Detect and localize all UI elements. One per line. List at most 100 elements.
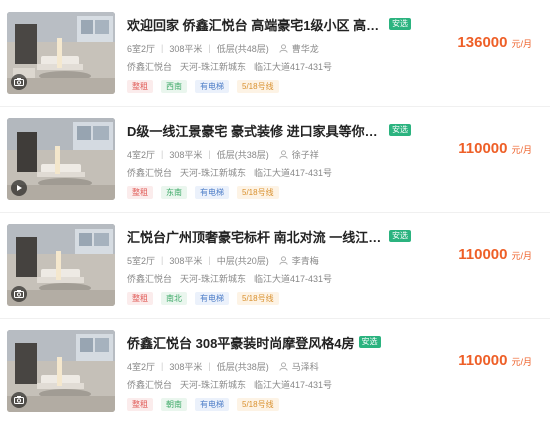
tag-subway: 5/18号线 — [237, 291, 279, 305]
agent-name: 曹华龙 — [291, 43, 319, 54]
tag-elevator: 有电梯 — [195, 185, 229, 199]
user-icon — [279, 43, 288, 53]
listing-tags: 整租 西南 有电梯 5/18号线 — [127, 79, 287, 93]
listing-photo[interactable] — [7, 118, 115, 200]
tag-subway: 5/18号线 — [237, 79, 279, 93]
tag-rent-type: 整租 — [127, 397, 153, 411]
price-unit: 元/月 — [511, 39, 532, 49]
price-value: 110000 — [458, 352, 508, 369]
agent[interactable]: 马泽科 — [279, 360, 319, 373]
tag-rent-type: 整租 — [127, 185, 153, 199]
play-icon[interactable] — [11, 180, 27, 196]
tag-rent-type: 整租 — [127, 79, 153, 93]
district-name[interactable]: 天河-珠江新城东 — [180, 272, 246, 285]
divider: | — [208, 149, 211, 159]
community-name[interactable]: 侨鑫汇悦台 — [127, 60, 172, 73]
floor-level: 低层(共48层) — [216, 43, 269, 54]
price-value: 136000 — [457, 34, 508, 51]
district-name[interactable]: 天河-珠江新城东 — [180, 60, 246, 73]
street-address: 临江大道417-431号 — [254, 167, 333, 178]
agent-name: 马泽科 — [291, 361, 319, 372]
price-unit: 元/月 — [511, 251, 532, 261]
district-name[interactable]: 天河-珠江新城东 — [180, 378, 246, 391]
listing-title-row: 欢迎回家 侨鑫汇悦台 高端豪宅1级小区 高层视野让您如... 安选 — [127, 14, 427, 34]
listing-title-row: D级一线江景豪宅 豪式装修 进口家具等你来享受 有钥匙 安选 — [127, 120, 427, 140]
price-unit: 元/月 — [511, 145, 532, 155]
user-icon — [279, 255, 288, 265]
street-address: 临江大道417-431号 — [254, 273, 333, 284]
tag-subway: 5/18号线 — [237, 185, 279, 199]
listing-photo[interactable] — [7, 12, 115, 94]
tag-elevator: 有电梯 — [195, 79, 229, 93]
agent-name: 徐子祥 — [291, 149, 319, 160]
listing-item[interactable]: D级一线江景豪宅 豪式装修 进口家具等你来享受 有钥匙 安选 4室2厅 | 30… — [0, 106, 550, 210]
room-layout: 6室2厅 — [127, 43, 156, 54]
agent[interactable]: 李青梅 — [279, 254, 319, 267]
listing-list: 欢迎回家 侨鑫汇悦台 高端豪宅1级小区 高层视野让您如... 安选 6室2厅 |… — [0, 0, 550, 421]
listing-address: 侨鑫汇悦台 天河-珠江新城东 临江大道417-431号 — [127, 165, 332, 179]
divider: | — [208, 361, 211, 371]
room-layout: 4室2厅 — [127, 149, 156, 160]
listing-photo[interactable] — [7, 330, 115, 412]
price-value: 110000 — [458, 140, 508, 157]
agent[interactable]: 徐子祥 — [279, 148, 319, 161]
tag-subway: 5/18号线 — [237, 397, 279, 411]
listing-price: 110000 元/月 — [458, 352, 532, 369]
community-name[interactable]: 侨鑫汇悦台 — [127, 272, 172, 285]
listing-item[interactable]: 欢迎回家 侨鑫汇悦台 高端豪宅1级小区 高层视野让您如... 安选 6室2厅 |… — [0, 0, 550, 104]
listing-item[interactable]: 侨鑫汇悦台 308平豪装时尚摩登风格4房 安选 4室2厅 | 308平米 | 低… — [0, 318, 550, 421]
listing-price: 110000 元/月 — [458, 140, 532, 157]
divider: | — [161, 43, 164, 53]
verified-badge: 安选 — [389, 230, 411, 242]
tag-rent-type: 整租 — [127, 291, 153, 305]
listing-address: 侨鑫汇悦台 天河-珠江新城东 临江大道417-431号 — [127, 271, 332, 285]
listing-title[interactable]: 欢迎回家 侨鑫汇悦台 高端豪宅1级小区 高层视野让您如... — [127, 15, 385, 34]
floor-area: 308平米 — [169, 149, 203, 160]
district-name[interactable]: 天河-珠江新城东 — [180, 166, 246, 179]
divider: | — [208, 43, 211, 53]
listing-address: 侨鑫汇悦台 天河-珠江新城东 临江大道417-431号 — [127, 59, 332, 73]
room-layout: 5室2厅 — [127, 255, 156, 266]
floor-level: 低层(共38层) — [216, 149, 269, 160]
floor-area: 308平米 — [169, 361, 203, 372]
agent-name: 李青梅 — [291, 255, 319, 266]
listing-title-row: 汇悦台广州顶奢豪宅标杆 南北对流 一线江景看房方便 拎... 安选 — [127, 226, 427, 246]
listing-tags: 整租 东南 有电梯 5/18号线 — [127, 185, 287, 199]
listing-info: 5室2厅 | 308平米 | 中层(共20层) 李青梅 — [127, 253, 319, 267]
listing-title[interactable]: D级一线江景豪宅 豪式装修 进口家具等你来享受 有钥匙 — [127, 121, 385, 140]
price-value: 110000 — [458, 246, 508, 263]
listing-item[interactable]: 汇悦台广州顶奢豪宅标杆 南北对流 一线江景看房方便 拎... 安选 5室2厅 |… — [0, 212, 550, 316]
verified-badge: 安选 — [358, 336, 381, 348]
divider: | — [161, 149, 164, 159]
listing-photo[interactable] — [7, 224, 115, 306]
listing-price: 136000 元/月 — [457, 34, 532, 51]
listing-tags: 整租 朝南 有电梯 5/18号线 — [127, 397, 287, 411]
camera-icon — [11, 286, 27, 302]
street-address: 临江大道417-431号 — [254, 379, 333, 390]
listing-title-row: 侨鑫汇悦台 308平豪装时尚摩登风格4房 安选 — [127, 332, 427, 352]
room-layout: 4室2厅 — [127, 361, 156, 372]
listing-info: 6室2厅 | 308平米 | 低层(共48层) 曹华龙 — [127, 41, 319, 55]
tag-orientation: 南北 — [161, 291, 187, 305]
tag-orientation: 西南 — [161, 79, 187, 93]
street-address: 临江大道417-431号 — [254, 61, 333, 72]
tag-elevator: 有电梯 — [195, 397, 229, 411]
verified-badge: 安选 — [389, 124, 411, 136]
agent[interactable]: 曹华龙 — [279, 42, 319, 55]
listing-address: 侨鑫汇悦台 天河-珠江新城东 临江大道417-431号 — [127, 377, 332, 391]
price-unit: 元/月 — [511, 357, 532, 367]
listing-info: 4室2厅 | 308平米 | 低层(共38层) 马泽科 — [127, 359, 319, 373]
camera-icon — [11, 392, 27, 408]
listing-price: 110000 元/月 — [458, 246, 532, 263]
listing-info: 4室2厅 | 308平米 | 低层(共38层) 徐子祥 — [127, 147, 319, 161]
divider: | — [161, 361, 164, 371]
listing-title[interactable]: 汇悦台广州顶奢豪宅标杆 南北对流 一线江景看房方便 拎... — [127, 227, 385, 246]
user-icon — [279, 149, 288, 159]
divider: | — [161, 255, 164, 265]
community-name[interactable]: 侨鑫汇悦台 — [127, 166, 172, 179]
listing-title[interactable]: 侨鑫汇悦台 308平豪装时尚摩登风格4房 — [127, 333, 355, 352]
tag-orientation: 朝南 — [161, 397, 187, 411]
listing-tags: 整租 南北 有电梯 5/18号线 — [127, 291, 287, 305]
floor-area: 308平米 — [169, 43, 203, 54]
community-name[interactable]: 侨鑫汇悦台 — [127, 378, 172, 391]
